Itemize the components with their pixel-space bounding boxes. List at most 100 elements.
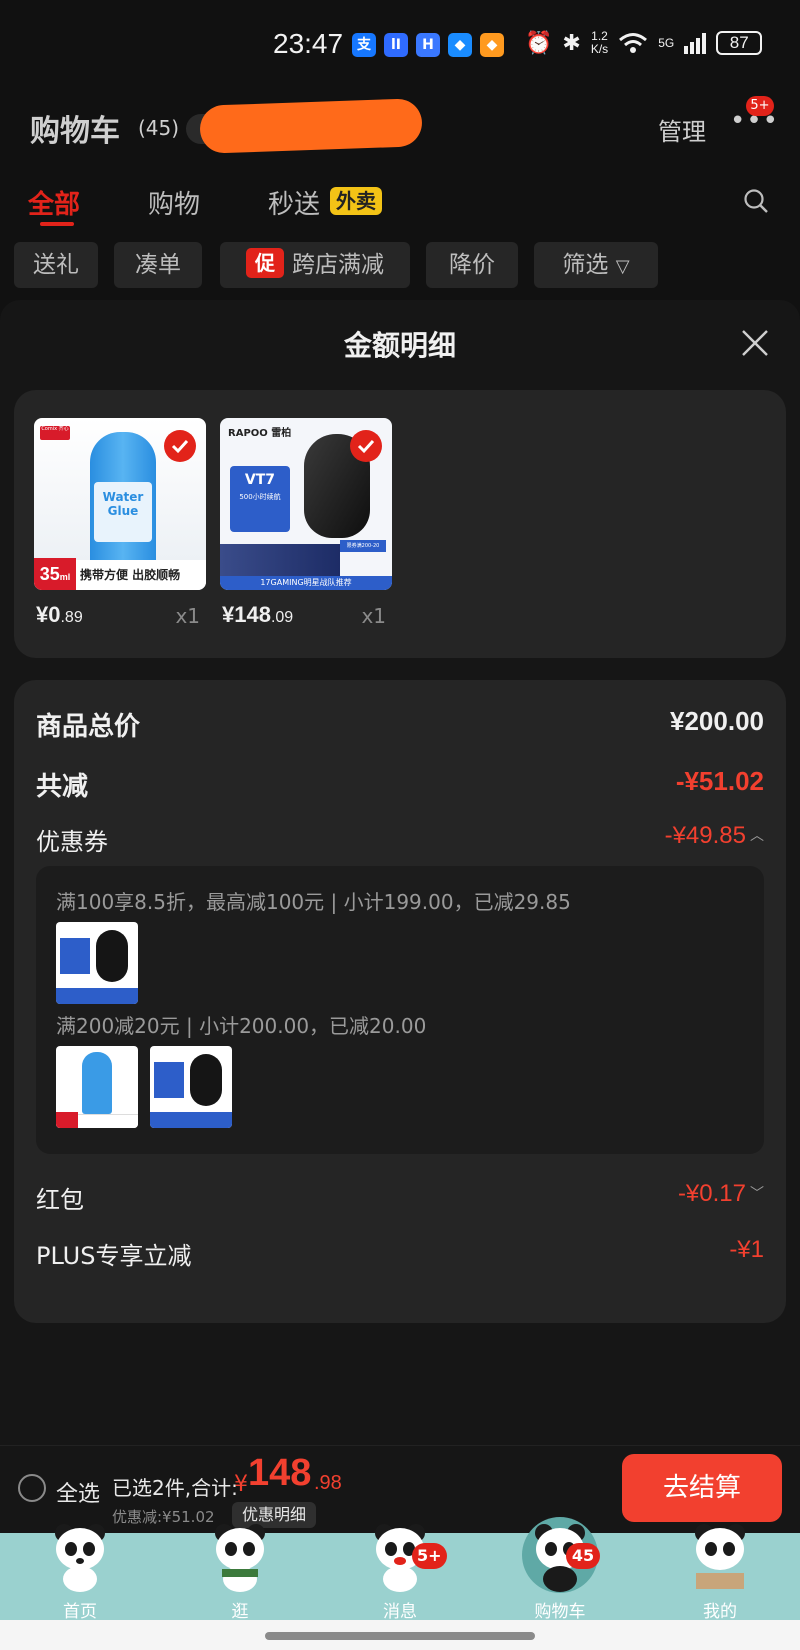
panda-me-icon (695, 1524, 745, 1589)
net-speed-value: 1.2 (591, 29, 608, 43)
sheet-title: 金额明细 (343, 329, 456, 362)
nav-badge: 45 (566, 1543, 600, 1569)
goods-total-label: 商品总价 (36, 712, 141, 742)
select-all-radio[interactable] (18, 1474, 46, 1502)
product-quantity: x1 (361, 604, 386, 628)
select-all-label[interactable]: 全选 (56, 1476, 100, 1508)
nav-home[interactable]: 首页 (0, 1524, 160, 1622)
product-price: ¥148.09 (222, 602, 293, 628)
nav-label: 购物车 (534, 1602, 586, 1622)
thumb-panel (60, 938, 90, 974)
total-dec: .98 (314, 1472, 342, 1494)
cart-count: (45) (138, 116, 180, 140)
chip-price-drop[interactable]: 降价 (426, 242, 518, 288)
mouse-spec: 500小时续航 (239, 493, 281, 501)
amount-detail-sheet: 金额明细 Comix 齐心 Water Glue 35ml 携带方便 出胶顺畅 … (0, 300, 800, 1445)
coupon-label: 优惠券 (36, 828, 108, 856)
redpacket-value: -¥0.17 ﹀ (678, 1180, 764, 1208)
tab-underline (40, 222, 74, 226)
nav-badge: 5+ (412, 1543, 447, 1569)
chip-gift[interactable]: 送礼 (14, 242, 98, 288)
chip-bundle[interactable]: 凑单 (114, 242, 202, 288)
redpacket-amount: -¥0.17 (677, 1180, 746, 1207)
wifi-icon (619, 33, 648, 53)
thumb-banner (150, 1112, 232, 1128)
glue-brand: Comix 齐心 (41, 426, 69, 432)
nav-me[interactable]: 我的 (640, 1524, 800, 1622)
chevron-down-icon: ﹀ (750, 1185, 764, 1201)
checkmark-icon (350, 430, 382, 462)
alipay-icon: 支 (352, 33, 376, 57)
net-speed-unit: K/s (590, 42, 609, 56)
tab-shopping[interactable]: 购物 (148, 184, 200, 221)
mouse-spec-panel: VT7 500小时续航 (230, 466, 290, 532)
close-icon[interactable] (740, 328, 770, 358)
glue-tagline: 携带方便 出胶顺畅 (80, 568, 181, 582)
chip-filter[interactable]: 筛选 ▽ (534, 242, 658, 288)
coupon-amount: -¥49.85 (664, 822, 746, 849)
price-dec: .89 (60, 609, 83, 626)
glue-thumbnail (56, 1046, 138, 1128)
mouse-team-photo (220, 544, 340, 576)
funnel-icon: ▽ (615, 256, 630, 277)
coupon-rule-2: 满200减20元 | 小计200.00，已减20.00 (56, 1014, 427, 1038)
glue-volume: 35 (39, 564, 60, 584)
filter-chips: 送礼 凑单 促跨店满减 降价 筛选 ▽ (0, 238, 800, 298)
saved-amount: 优惠减:¥51.02 (112, 1508, 215, 1526)
glue-volume-unit: ml (59, 572, 71, 582)
price-int: ¥0 (36, 602, 61, 627)
tab-all[interactable]: 全部 (28, 184, 80, 221)
takeout-badge: 外卖 (330, 187, 382, 215)
bottom-nav: 首页 逛 5+ 消息 45 购物车 我的 (0, 1517, 800, 1622)
price-summary-card: 商品总价 ¥200.00 共减 -¥51.02 优惠券 -¥49.85 ︿ 满10… (14, 680, 786, 1323)
product-quantity: x1 (175, 604, 200, 628)
thumb-panel (154, 1062, 184, 1098)
nav-label: 我的 (703, 1602, 737, 1622)
battery-icon: 87 (716, 31, 763, 55)
page-title: 购物车 (30, 114, 120, 149)
selected-summary: 已选2件,合计: (112, 1476, 238, 1500)
mouse-thumbnail (150, 1046, 232, 1128)
status-app-icons: 支 lI H ◆ ◆ (352, 33, 504, 57)
selected-products-card: Comix 齐心 Water Glue 35ml 携带方便 出胶顺畅 ¥0.89… (14, 390, 786, 658)
nav-browse[interactable]: 逛 (160, 1524, 320, 1622)
manage-button[interactable]: 管理 (658, 112, 706, 147)
checkout-bar: 全选 已选2件,合计: ¥ 148 .98 优惠减:¥51.02 优惠明细 去结… (0, 1445, 800, 1533)
cart-header: 购物车 (45) 管理 ••• 5+ (0, 92, 800, 170)
nav-messages[interactable]: 5+ 消息 (320, 1524, 480, 1622)
panda-browse-icon (215, 1524, 265, 1592)
total-currency: ¥ (234, 1472, 248, 1497)
cart-tabs: 全部 购物 秒送 外卖 (0, 170, 800, 238)
mouse-brand: RAPOO 雷柏 (228, 428, 292, 439)
status-right: ⏰ ✱ 1.2 K/s 5G 87 (525, 30, 763, 56)
net-speed: 1.2 K/s (591, 30, 608, 56)
status-time: 23:47 (273, 28, 344, 59)
glue-product-image: Comix 齐心 Water Glue 35ml 携带方便 出胶顺畅 (34, 418, 206, 590)
mouse-model: VT7 (244, 472, 276, 488)
total-reduce-row: 共减 -¥51.02 (36, 766, 764, 806)
alarm-icon: ⏰ (525, 30, 553, 56)
glue-brand-logo: Comix 齐心 (40, 426, 70, 440)
chip-cross-store-label: 跨店满减 (292, 252, 384, 278)
coupon-rule-1: 满100享8.5折，最高减100元 | 小计199.00，已减29.85 (56, 890, 571, 914)
checkout-button[interactable]: 去结算 (622, 1454, 782, 1522)
thumb-banner (56, 988, 138, 1004)
coupon-detail-box: 满100享8.5折，最高减100元 | 小计199.00，已减29.85 满20… (36, 866, 764, 1154)
gesture-bar (0, 1620, 800, 1650)
search-icon[interactable] (743, 188, 769, 214)
coupon-row[interactable]: 优惠券 -¥49.85 ︿ (36, 822, 764, 862)
plus-row: PLUS专享立减 -¥1 (36, 1236, 764, 1276)
nav-label: 首页 (63, 1602, 97, 1622)
total-int: 148 (248, 1452, 312, 1494)
home-indicator[interactable] (265, 1632, 535, 1640)
panda-home-icon (55, 1524, 105, 1592)
bluetooth-icon: ✱ (562, 30, 581, 56)
redpacket-row[interactable]: 红包 -¥0.17 ﹀ (36, 1180, 764, 1220)
chip-cross-store[interactable]: 促跨店满减 (220, 242, 410, 288)
more-badge: 5+ (746, 96, 774, 116)
nav-cart[interactable]: 45 购物车 (480, 1517, 640, 1622)
goods-total-row: 商品总价 ¥200.00 (36, 706, 764, 746)
tab-instant-delivery[interactable]: 秒送 (268, 184, 320, 221)
network-type: 5G (658, 35, 675, 50)
mouse-product-image: RAPOO 雷柏 VT7 500小时续航 限券满200-20 17GAMING明… (220, 418, 392, 590)
